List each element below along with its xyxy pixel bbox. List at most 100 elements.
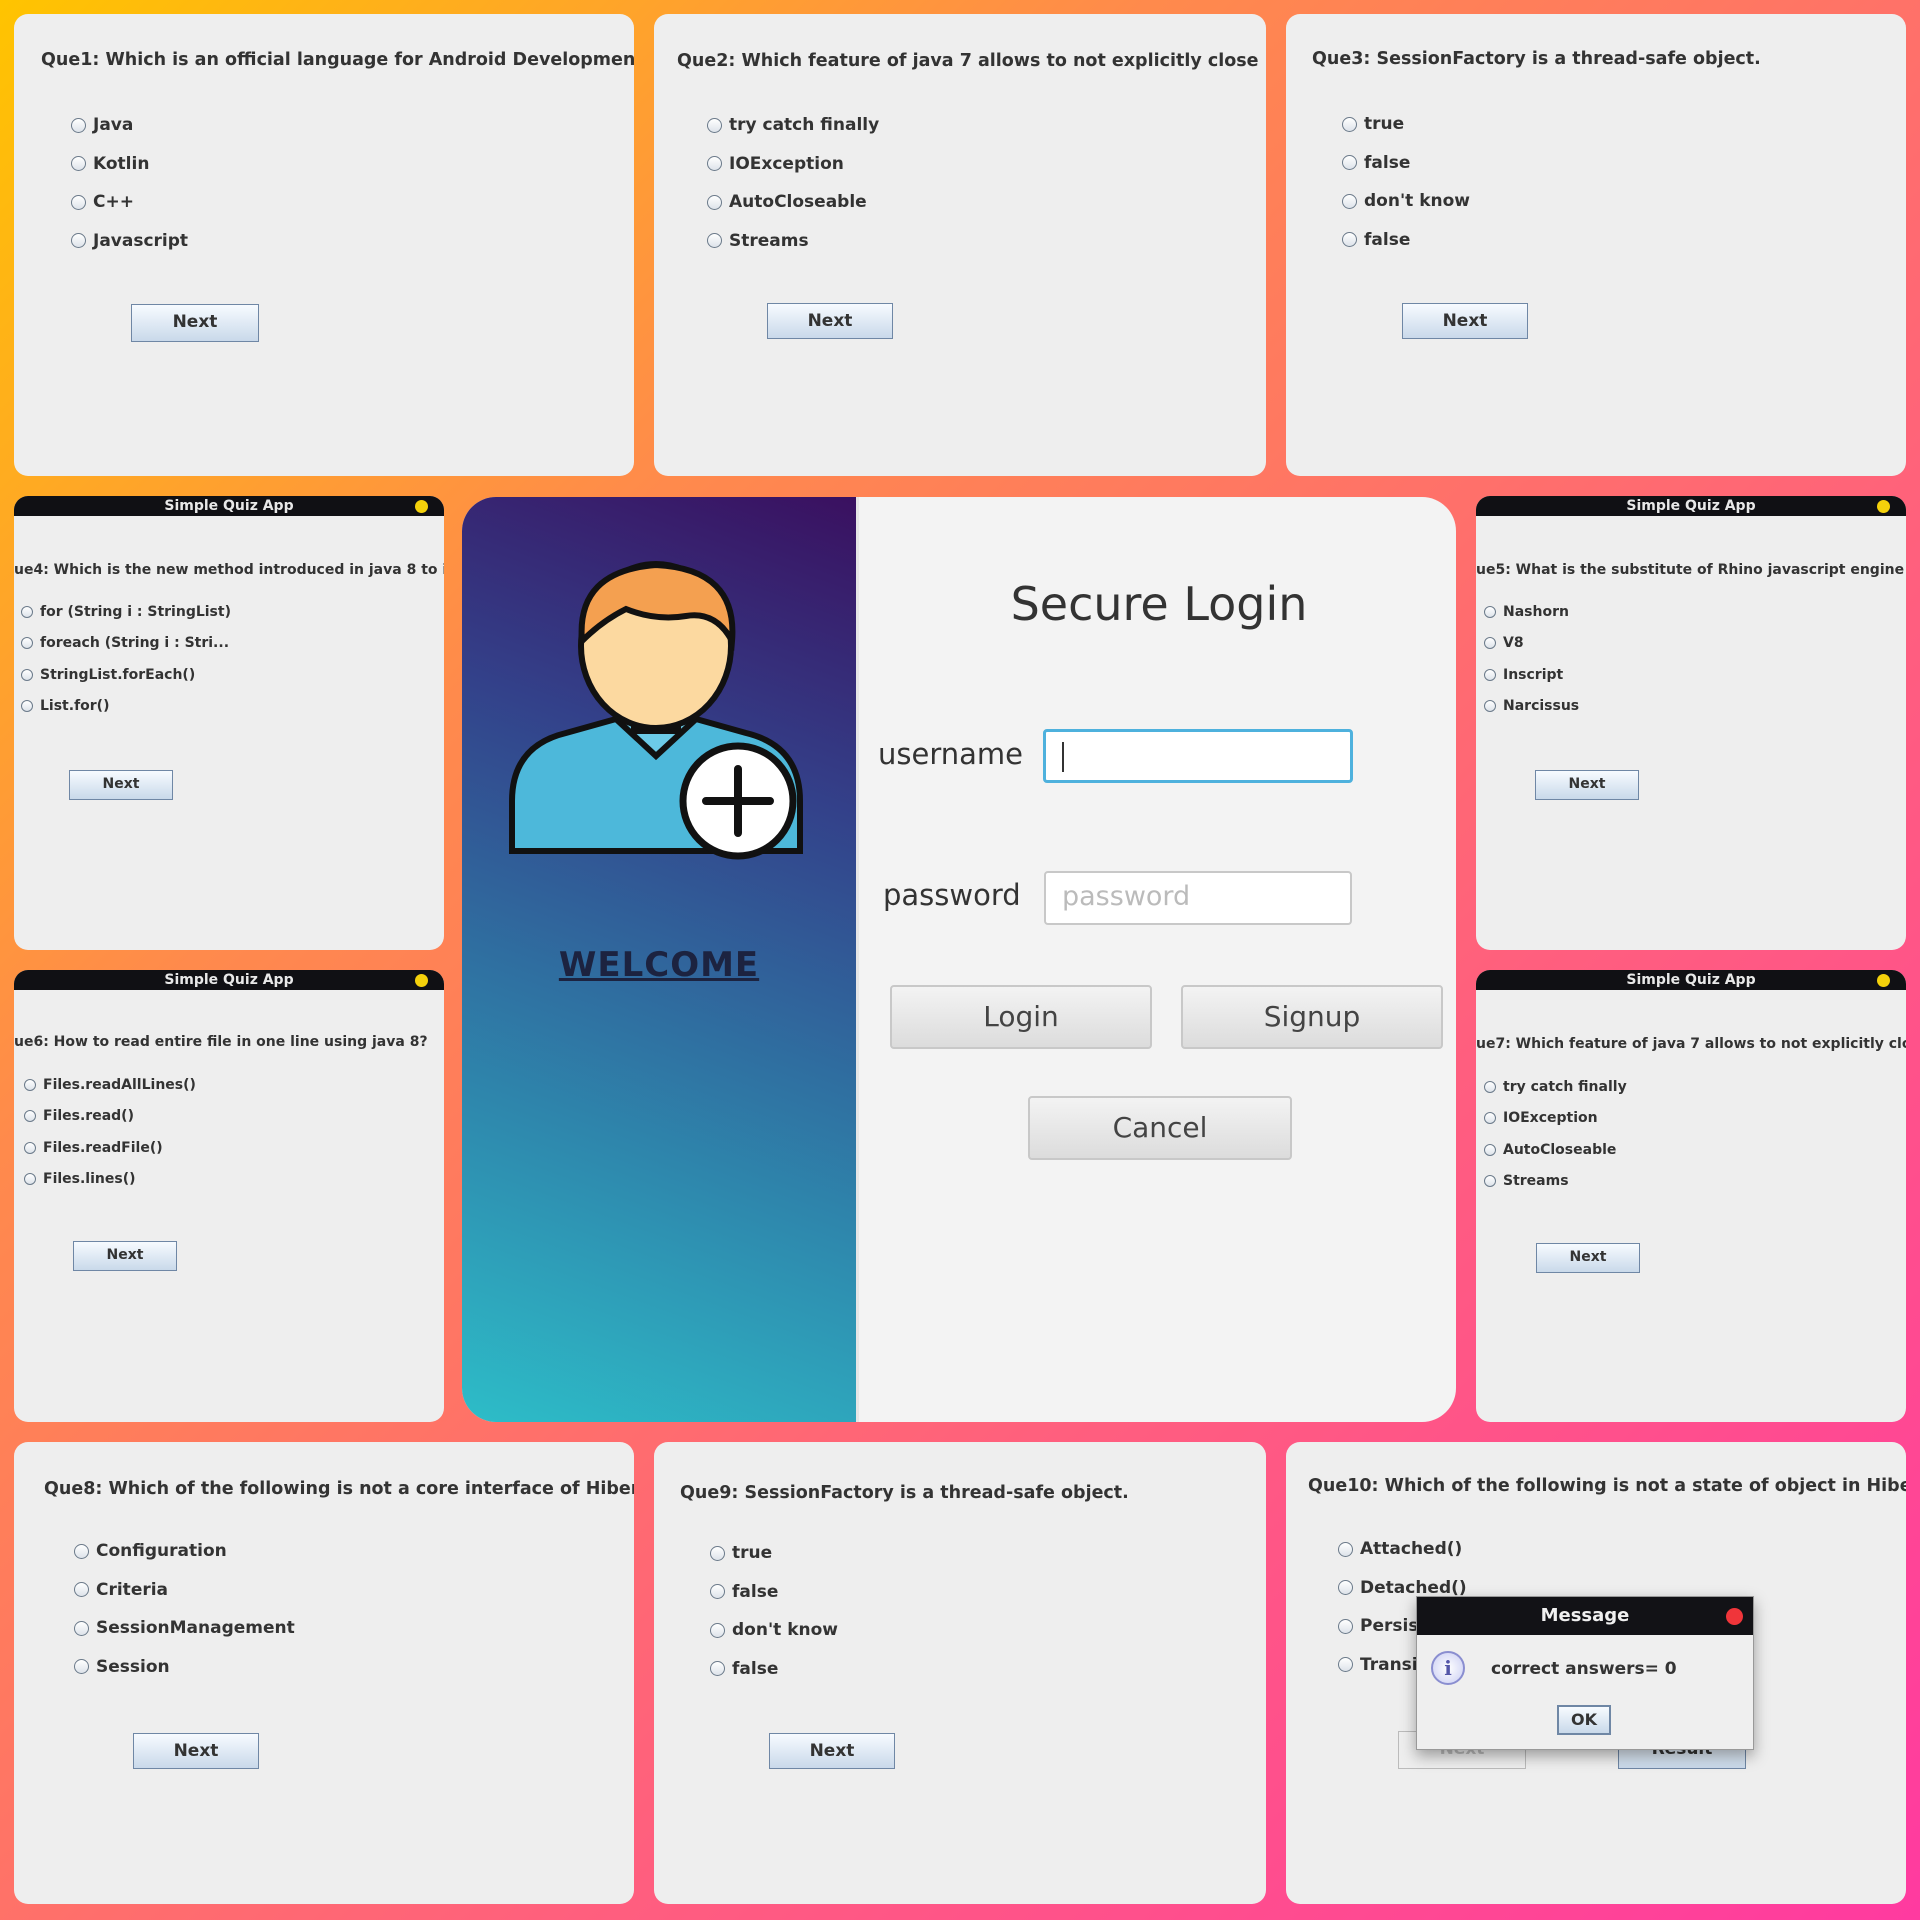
option-4[interactable]: false xyxy=(710,1650,838,1689)
radio-button[interactable] xyxy=(21,637,33,650)
next-button[interactable]: Next xyxy=(1535,770,1639,800)
radio-button[interactable] xyxy=(1338,1657,1353,1673)
username-field[interactable] xyxy=(1043,729,1353,783)
option-3[interactable]: AutoCloseable xyxy=(1484,1134,1627,1166)
next-button[interactable]: Next xyxy=(131,304,259,342)
option-1[interactable]: try catch finally xyxy=(707,106,879,145)
option-2[interactable]: false xyxy=(710,1573,838,1612)
option-4[interactable]: Session xyxy=(74,1648,295,1687)
radio-button[interactable] xyxy=(21,700,33,713)
ok-button[interactable]: OK xyxy=(1557,1705,1611,1735)
option-3[interactable]: Files.readFile() xyxy=(24,1132,196,1164)
option-3[interactable]: SessionManagement xyxy=(74,1609,295,1648)
option-2[interactable]: Kotlin xyxy=(71,145,188,184)
option-3[interactable]: don't know xyxy=(1342,182,1470,221)
radio-button[interactable] xyxy=(710,1622,725,1638)
option-1[interactable]: true xyxy=(1342,105,1470,144)
option-1[interactable]: Java xyxy=(71,106,188,145)
next-button[interactable]: Next xyxy=(69,770,173,800)
minimize-icon[interactable] xyxy=(415,500,428,513)
option-4[interactable]: Streams xyxy=(1484,1166,1627,1198)
radio-button[interactable] xyxy=(707,117,722,133)
radio-button[interactable] xyxy=(71,194,86,210)
option-4[interactable]: Javascript xyxy=(71,222,188,261)
option-4[interactable]: Streams xyxy=(707,222,879,261)
option-1[interactable]: Attached() xyxy=(1338,1530,1467,1569)
option-4[interactable]: List.for() xyxy=(21,691,231,723)
option-2[interactable]: Criteria xyxy=(74,1571,295,1610)
radio-button[interactable] xyxy=(710,1584,725,1600)
minimize-icon[interactable] xyxy=(1877,974,1890,987)
quiz-window-q6: Simple Quiz App ue6: How to read entire … xyxy=(14,970,444,1422)
option-1[interactable]: for (String i : StringList) xyxy=(21,596,231,628)
option-3[interactable]: don't know xyxy=(710,1611,838,1650)
option-label: don't know xyxy=(1364,191,1470,212)
radio-button[interactable] xyxy=(1484,668,1496,681)
radio-button[interactable] xyxy=(1484,605,1496,618)
radio-button[interactable] xyxy=(71,117,86,133)
radio-button[interactable] xyxy=(707,233,722,249)
radio-button[interactable] xyxy=(21,668,33,681)
option-4[interactable]: false xyxy=(1342,221,1470,260)
option-label: StringList.forEach() xyxy=(40,666,196,683)
option-4[interactable]: Files.lines() xyxy=(24,1164,196,1196)
radio-button[interactable] xyxy=(1484,637,1496,650)
option-1[interactable]: Nashorn xyxy=(1484,596,1579,628)
minimize-icon[interactable] xyxy=(415,974,428,987)
radio-button[interactable] xyxy=(710,1545,725,1561)
radio-button[interactable] xyxy=(1484,1080,1496,1093)
next-button[interactable]: Next xyxy=(769,1733,895,1769)
option-3[interactable]: AutoCloseable xyxy=(707,183,879,222)
radio-button[interactable] xyxy=(707,194,722,210)
cancel-button[interactable]: Cancel xyxy=(1028,1096,1292,1160)
radio-button[interactable] xyxy=(71,156,86,172)
option-3[interactable]: StringList.forEach() xyxy=(21,659,231,691)
minimize-icon[interactable] xyxy=(1877,500,1890,513)
radio-button[interactable] xyxy=(1342,232,1357,248)
signup-button[interactable]: Signup xyxy=(1181,985,1443,1049)
option-3[interactable]: Inscript xyxy=(1484,659,1579,691)
radio-button[interactable] xyxy=(74,1543,89,1559)
close-icon[interactable] xyxy=(1726,1608,1743,1625)
radio-button[interactable] xyxy=(1338,1580,1353,1596)
password-field[interactable]: password xyxy=(1044,871,1352,925)
radio-button[interactable] xyxy=(74,1659,89,1675)
radio-button[interactable] xyxy=(1484,1143,1496,1156)
radio-button[interactable] xyxy=(71,233,86,249)
login-button[interactable]: Login xyxy=(890,985,1152,1049)
option-1[interactable]: true xyxy=(710,1534,838,1573)
radio-button[interactable] xyxy=(24,1110,36,1123)
next-button[interactable]: Next xyxy=(1402,303,1528,339)
option-1[interactable]: Files.readAllLines() xyxy=(24,1069,196,1101)
radio-button[interactable] xyxy=(24,1173,36,1186)
radio-button[interactable] xyxy=(24,1078,36,1091)
option-2[interactable]: foreach (String i : Stri... xyxy=(21,628,231,660)
radio-button[interactable] xyxy=(1338,1541,1353,1557)
radio-button[interactable] xyxy=(1484,1175,1496,1188)
radio-button[interactable] xyxy=(1338,1618,1353,1634)
radio-button[interactable] xyxy=(1484,700,1496,713)
radio-button[interactable] xyxy=(1342,155,1357,171)
option-4[interactable]: Narcissus xyxy=(1484,691,1579,723)
option-2[interactable]: Files.read() xyxy=(24,1101,196,1133)
radio-button[interactable] xyxy=(707,156,722,172)
next-button[interactable]: Next xyxy=(1536,1243,1640,1273)
radio-button[interactable] xyxy=(710,1661,725,1677)
radio-button[interactable] xyxy=(1342,116,1357,132)
radio-button[interactable] xyxy=(24,1141,36,1154)
radio-button[interactable] xyxy=(74,1582,89,1598)
radio-button[interactable] xyxy=(21,605,33,618)
option-2[interactable]: IOException xyxy=(1484,1103,1627,1135)
option-1[interactable]: try catch finally xyxy=(1484,1071,1627,1103)
option-1[interactable]: Configuration xyxy=(74,1532,295,1571)
option-2[interactable]: V8 xyxy=(1484,628,1579,660)
radio-button[interactable] xyxy=(74,1620,89,1636)
next-button[interactable]: Next xyxy=(767,303,893,339)
option-2[interactable]: false xyxy=(1342,144,1470,183)
option-3[interactable]: C++ xyxy=(71,183,188,222)
option-2[interactable]: IOException xyxy=(707,145,879,184)
radio-button[interactable] xyxy=(1484,1112,1496,1125)
next-button[interactable]: Next xyxy=(73,1241,177,1271)
radio-button[interactable] xyxy=(1342,193,1357,209)
next-button[interactable]: Next xyxy=(133,1733,259,1769)
